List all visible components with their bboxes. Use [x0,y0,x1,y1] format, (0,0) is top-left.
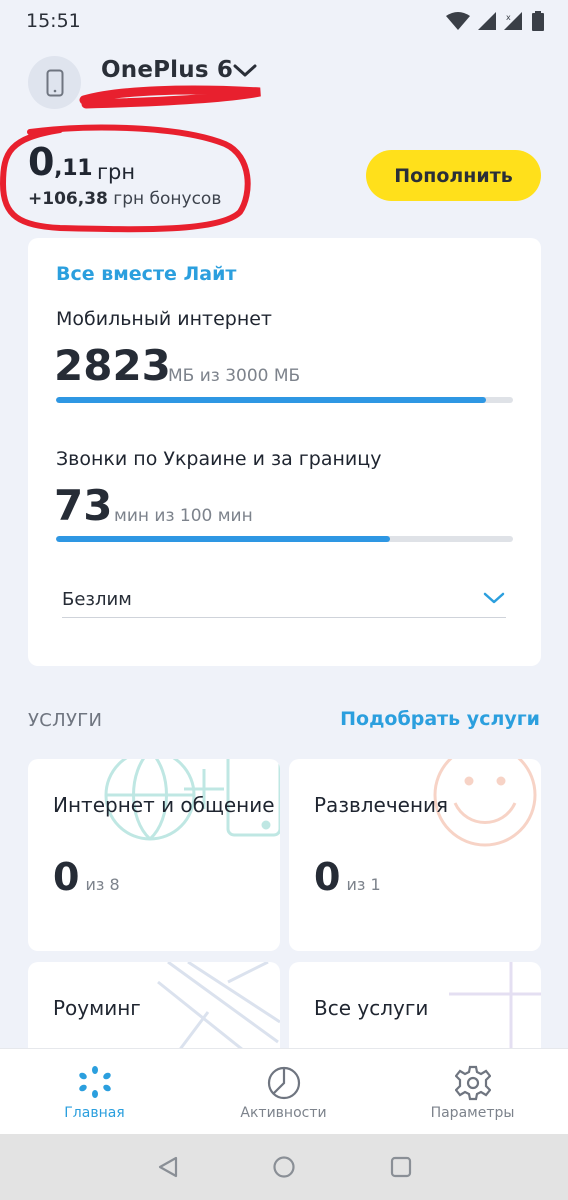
balance-integer: 0 [28,140,55,184]
status-bar: 15:51 x [0,0,568,44]
topup-button[interactable]: Пополнить [366,150,541,201]
nav-home[interactable]: Главная [0,1049,189,1135]
pick-services-link[interactable]: Подобрать услуги [340,708,540,730]
svg-text:x: x [506,13,511,22]
red-annotation-underline [79,85,261,109]
plan-name[interactable]: Все вместе Лайт [56,263,236,285]
nav-settings-label: Параметры [430,1105,515,1121]
service-tile-entertainment[interactable]: Развлечения 0 из 1 [289,759,541,951]
bottom-navigation: Главная Активности Параметры [0,1048,568,1134]
balance-amount: 0,11 [28,140,93,184]
bonus-balance: +106,38 грн бонусов [28,189,221,209]
service-tile-count: 0 из 1 [314,855,381,899]
nav-settings[interactable]: Параметры [378,1049,567,1135]
status-icons: x [446,11,544,31]
service-tile-internet[interactable]: Интернет и общение 0 из 8 [28,759,280,951]
chevron-down-icon [483,592,505,604]
internet-progress-bar [56,397,513,403]
status-time: 15:51 [26,10,81,32]
gear-icon [454,1065,491,1101]
service-tile-all[interactable]: Все услуги [289,962,541,1062]
phone-icon [46,69,63,96]
bonus-text: грн бонусов [113,189,222,209]
system-navigation-bar [0,1134,568,1200]
internet-remaining: 2823 [54,341,171,390]
back-icon[interactable] [156,1155,180,1179]
service-tile-count: 0 из 8 [53,855,120,899]
unlimited-label: Безлим [62,589,132,610]
activity-pie-icon [267,1066,300,1100]
recents-icon[interactable] [389,1155,413,1179]
calls-progress-fill [56,536,390,542]
internet-of-total: МБ из 3000 МБ [168,366,301,386]
bonus-amount: +106,38 [28,189,108,209]
service-count-number: 0 [53,855,80,899]
nav-home-label: Главная [64,1105,125,1121]
service-tile-title: Роуминг [53,996,141,1020]
services-title: УСЛУГИ [28,710,103,731]
calls-of-total: мин из 100 мин [114,506,253,526]
signal-x-icon: x [504,12,522,30]
battery-icon [532,11,544,31]
calls-remaining: 73 [54,481,113,530]
service-tile-title: Развлечения [314,793,449,817]
balance-fraction: ,11 [54,156,93,181]
home-icon[interactable] [272,1155,296,1179]
kyivstar-star-icon [78,1066,111,1098]
internet-progress-fill [56,397,487,403]
service-count-of: из 1 [346,875,381,894]
balance-currency: грн [97,160,136,184]
wifi-icon [446,12,470,30]
service-tile-roaming[interactable]: Роуминг [28,962,280,1062]
chevron-down-icon[interactable] [232,62,258,80]
unlimited-dropdown[interactable]: Безлим [62,578,506,618]
internet-title: Мобильный интернет [56,308,273,330]
nav-activities-label: Активности [240,1105,327,1121]
service-tile-title: Все услуги [314,996,429,1020]
device-avatar[interactable] [28,56,81,109]
plan-card: Все вместе Лайт Мобильный интернет 2823 … [28,238,541,666]
nav-activities[interactable]: Активности [189,1049,378,1135]
signal-icon [478,12,496,30]
calls-progress-bar [56,536,513,542]
device-name[interactable]: OnePlus 6 [101,57,233,83]
service-count-of: из 8 [85,875,120,894]
calls-title: Звонки по Украине и за границу [56,448,382,470]
service-tile-title: Интернет и общение [53,793,275,817]
service-count-number: 0 [314,855,341,899]
